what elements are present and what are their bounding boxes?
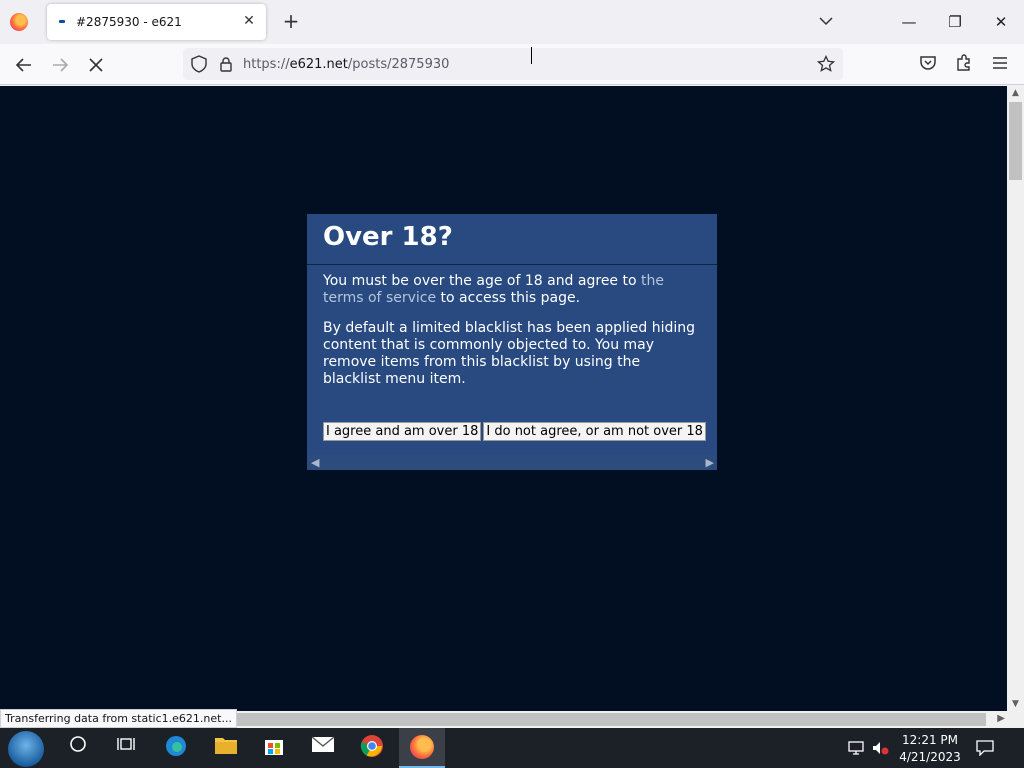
dialog-paragraph-terms: You must be over the age of 18 and agree… — [323, 273, 664, 306]
taskbar: 12:21 PM 4/21/2023 — [0, 728, 1024, 768]
network-icon[interactable] — [847, 740, 865, 756]
tab-active[interactable]: #2875930 - e621 ✕ — [47, 4, 266, 40]
firefox-taskbar-icon — [410, 735, 434, 759]
file-explorer-icon[interactable] — [212, 734, 240, 762]
lock-icon[interactable] — [219, 56, 233, 76]
clock-time: 12:21 PM — [902, 733, 958, 747]
scroll-right-icon[interactable]: ▶ — [706, 455, 714, 470]
dialog-horizontal-scrollbar[interactable]: ◀ ▶ — [307, 455, 717, 470]
dialog-buttons: I agree and am over 18 I do not agree, or… — [323, 420, 708, 441]
url-bar[interactable]: https://e621.net/posts/2875930 — [183, 48, 843, 80]
pocket-icon[interactable] — [916, 53, 940, 77]
tab-close-button[interactable]: ✕ — [240, 12, 258, 30]
store-icon[interactable] — [260, 734, 288, 762]
taskbar-firefox-active[interactable] — [399, 728, 445, 768]
chrome-icon[interactable] — [358, 734, 386, 762]
scroll-down-icon[interactable]: ▼ — [1007, 699, 1024, 709]
stop-loading-icon[interactable] — [84, 53, 108, 77]
agree-button[interactable]: I agree and am over 18 — [323, 422, 482, 441]
page-content: Over 18? You must be over the age of 18 … — [0, 86, 1007, 711]
search-circle-icon[interactable] — [64, 734, 92, 762]
dialog-header: Over 18? — [307, 214, 717, 265]
nav-bar: https://e621.net/posts/2875930 — [0, 44, 1024, 85]
url-text[interactable]: https://e621.net/posts/2875930 — [243, 57, 449, 72]
tab-bar: #2875930 - e621 ✕ + — ❐ ✕ — [0, 0, 1024, 44]
mail-icon[interactable] — [309, 734, 337, 762]
clock-date: 4/21/2023 — [899, 750, 961, 764]
text-cursor-icon — [531, 47, 533, 64]
status-bar-text: Transferring data from static1.e621.net.… — [0, 709, 237, 728]
list-all-tabs-icon[interactable] — [816, 10, 836, 32]
dialog-body: You must be over the age of 18 and agree… — [307, 265, 717, 388]
vertical-scroll-thumb[interactable] — [1009, 102, 1022, 180]
scroll-left-icon[interactable]: ◀ — [311, 455, 319, 470]
back-icon[interactable] — [12, 53, 36, 77]
age-gate-dialog: Over 18? You must be over the age of 18 … — [307, 214, 717, 470]
firefox-icon[interactable] — [10, 13, 28, 31]
tab-title: #2875930 - e621 — [76, 15, 182, 29]
dialog-title: Over 18? — [323, 222, 453, 252]
scroll-up-icon[interactable]: ▲ — [1007, 88, 1024, 98]
disagree-button[interactable]: I do not agree, or am not over 18 — [483, 422, 706, 441]
tab-favicon-icon — [59, 20, 65, 23]
start-button[interactable] — [8, 731, 44, 767]
restore-button[interactable]: ❐ — [943, 10, 967, 34]
forward-icon[interactable] — [48, 53, 72, 77]
bookmark-star-icon[interactable] — [816, 54, 836, 77]
edge-icon[interactable] — [162, 734, 190, 762]
notifications-icon[interactable] — [976, 740, 994, 757]
menu-hamburger-icon[interactable] — [988, 53, 1012, 77]
minimize-button[interactable]: — — [897, 10, 921, 34]
vertical-scrollbar[interactable]: ▲ ▼ — [1007, 86, 1024, 711]
task-view-icon[interactable] — [112, 734, 140, 762]
volume-muted-icon[interactable] — [871, 740, 889, 756]
extensions-icon[interactable] — [952, 53, 976, 77]
close-window-button[interactable]: ✕ — [989, 10, 1013, 34]
shield-icon[interactable] — [191, 55, 207, 77]
scroll-right-arrow-icon[interactable]: ▶ — [997, 713, 1005, 724]
new-tab-button[interactable]: + — [280, 10, 302, 32]
scrollbar-corner — [1007, 711, 1024, 728]
dialog-paragraph-blacklist: By default a limited blacklist has been … — [323, 320, 696, 387]
taskbar-clock[interactable]: 12:21 PM 4/21/2023 — [895, 732, 965, 766]
